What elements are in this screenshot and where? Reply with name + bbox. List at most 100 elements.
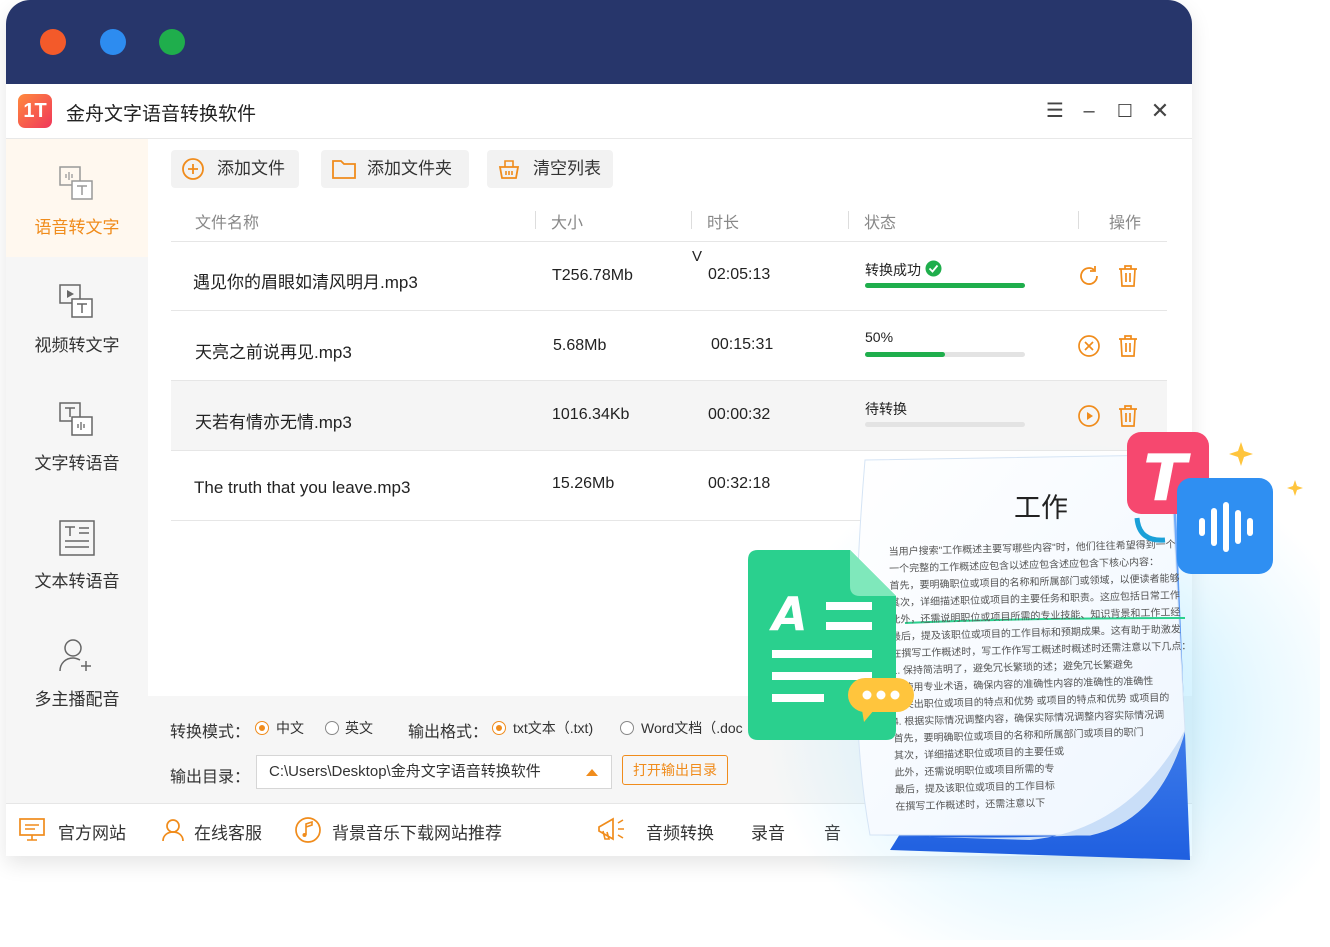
minimize-dot[interactable] [100,29,126,55]
add-file-label: 添加文件 [217,159,285,178]
add-folder-button[interactable]: 添加文件夹 [321,150,469,188]
open-output-dir-button[interactable]: 打开输出目录 [622,755,728,785]
cancel-icon[interactable] [1077,334,1101,358]
svg-text:A: A [769,587,808,641]
folder-icon [332,160,356,179]
dropdown-up-icon[interactable] [585,768,599,777]
status-text: 转换成功 [865,262,921,278]
plus-circle-icon [182,158,204,180]
megaphone-icon [598,817,624,841]
output-label: 输出目录： [170,769,251,786]
file-name: 天若有情亦无情.mp3 [195,413,352,432]
success-check-icon [925,260,942,277]
close-icon[interactable]: ✕ [1147,98,1173,124]
sidebar: 语音转文字 视频转文字 文字转语音 文本转语音 多主播配音 [6,139,148,803]
col-duration: 时长 [707,215,740,232]
clear-list-label: 清空列表 [533,159,601,178]
menu-icon[interactable]: ☰ [1042,98,1068,124]
format-radio-txt[interactable] [492,721,506,735]
document-icon [59,520,95,556]
column-divider [1078,211,1079,229]
mode-option-english: 英文 [345,720,373,736]
output-path-field[interactable]: C:\Users\Desktop\金舟文字语音转换软件 [256,755,612,789]
mode-option-chinese: 中文 [276,720,304,736]
clear-list-button[interactable]: 清空列表 [487,150,613,188]
column-divider [848,211,849,229]
format-radio-word[interactable] [620,721,634,735]
sidebar-item-video-to-text[interactable]: 视频转文字 [6,257,148,375]
basket-icon [498,160,520,179]
file-duration: 02:05:13 [708,266,771,283]
speech-to-text-icon [59,166,93,200]
trash-icon[interactable] [1117,404,1139,428]
mode-label: 转换模式： [170,724,251,741]
document-title: 工作 [1014,493,1068,524]
table-row[interactable]: 遇见你的眉眼如清风明月.mp3 T256.78Mb V 02:05:13 转换成… [171,241,1167,311]
minimize-icon[interactable]: – [1076,98,1102,124]
music-note-icon [295,817,321,843]
app-logo: 1T [18,94,52,128]
file-size: 5.68Mb [553,337,607,354]
text-to-speech-icon [59,402,93,436]
add-file-button[interactable]: 添加文件 [171,150,299,188]
column-divider [691,211,692,229]
close-dot[interactable] [40,29,66,55]
status-text: 待转换 [865,401,907,417]
footer-link-bgm[interactable]: 背景音乐下载网站推荐 [332,819,502,844]
trash-icon[interactable] [1117,334,1139,358]
file-size: 1016.34Kb [552,406,630,423]
headset-user-icon [162,819,184,842]
footer-link-support[interactable]: 在线客服 [194,819,262,844]
green-text-document-icon: A [748,550,914,740]
file-name: The truth that you leave.mp3 [194,478,411,497]
trash-icon[interactable] [1117,264,1139,288]
sidebar-item-text-to-speech[interactable]: 文字转语音 [6,375,148,493]
col-filename: 文件名称 [195,215,260,232]
status-text: 50% [865,329,894,345]
mode-radio-chinese[interactable] [255,721,269,735]
file-name: 天亮之前说再见.mp3 [195,343,352,362]
window-chrome [6,0,1192,84]
sidebar-item-label: 文本转语音 [34,572,120,591]
sidebar-item-document-to-speech[interactable]: 文本转语音 [6,493,148,611]
user-add-icon [59,639,91,672]
mode-radio-english[interactable] [325,721,339,735]
footer-link-audio-convert[interactable]: 音频转换 [646,819,714,844]
progress-bar [865,352,1025,357]
file-duration: 00:15:31 [711,336,774,353]
play-icon[interactable] [1077,404,1101,428]
add-folder-label: 添加文件夹 [367,159,452,178]
file-size: 15.26Mb [552,475,615,492]
sidebar-item-label: 语音转文字 [34,218,120,237]
table-row[interactable]: 天亮之前说再见.mp3 5.68Mb 00:15:31 50% [171,311,1167,381]
sidebar-item-multi-voice[interactable]: 多主播配音 [6,611,148,729]
format-option-txt: txt文本（.txt) [513,720,594,736]
col-status: 状态 [864,215,897,232]
refresh-icon[interactable] [1077,264,1101,288]
footer-link-website[interactable]: 官方网站 [58,819,126,844]
sidebar-item-speech-to-text[interactable]: 语音转文字 [6,139,148,257]
col-actions: 操作 [1109,215,1142,232]
stray-char: V [692,248,703,265]
progress-bar [865,283,1025,288]
progress-fill [865,352,945,357]
monitor-icon [19,818,45,841]
sidebar-item-label: 文字转语音 [34,454,120,473]
format-label: 输出格式： [408,724,489,741]
sidebar-item-label: 多主播配音 [34,690,120,709]
title-bar: 1T 金舟文字语音转换软件 ☰ – ☐ ✕ [6,84,1192,139]
progress-fill [865,283,1025,288]
column-divider [535,211,536,229]
file-size: T256.78Mb [552,267,633,284]
format-option-word: Word文档（.doc [641,720,743,736]
app-title: 金舟文字语音转换软件 [66,104,257,125]
output-path: C:\Users\Desktop\金舟文字语音转换软件 [269,763,541,780]
text-voice-badges: T [1127,432,1303,574]
file-name: 遇见你的眉眼如清风明月.mp3 [193,273,418,292]
maximize-dot[interactable] [159,29,185,55]
maximize-icon[interactable]: ☐ [1112,98,1138,124]
file-duration: 00:00:32 [708,406,771,423]
sidebar-item-label: 视频转文字 [34,336,120,355]
progress-bar [865,422,1025,427]
video-to-text-icon [59,284,93,318]
